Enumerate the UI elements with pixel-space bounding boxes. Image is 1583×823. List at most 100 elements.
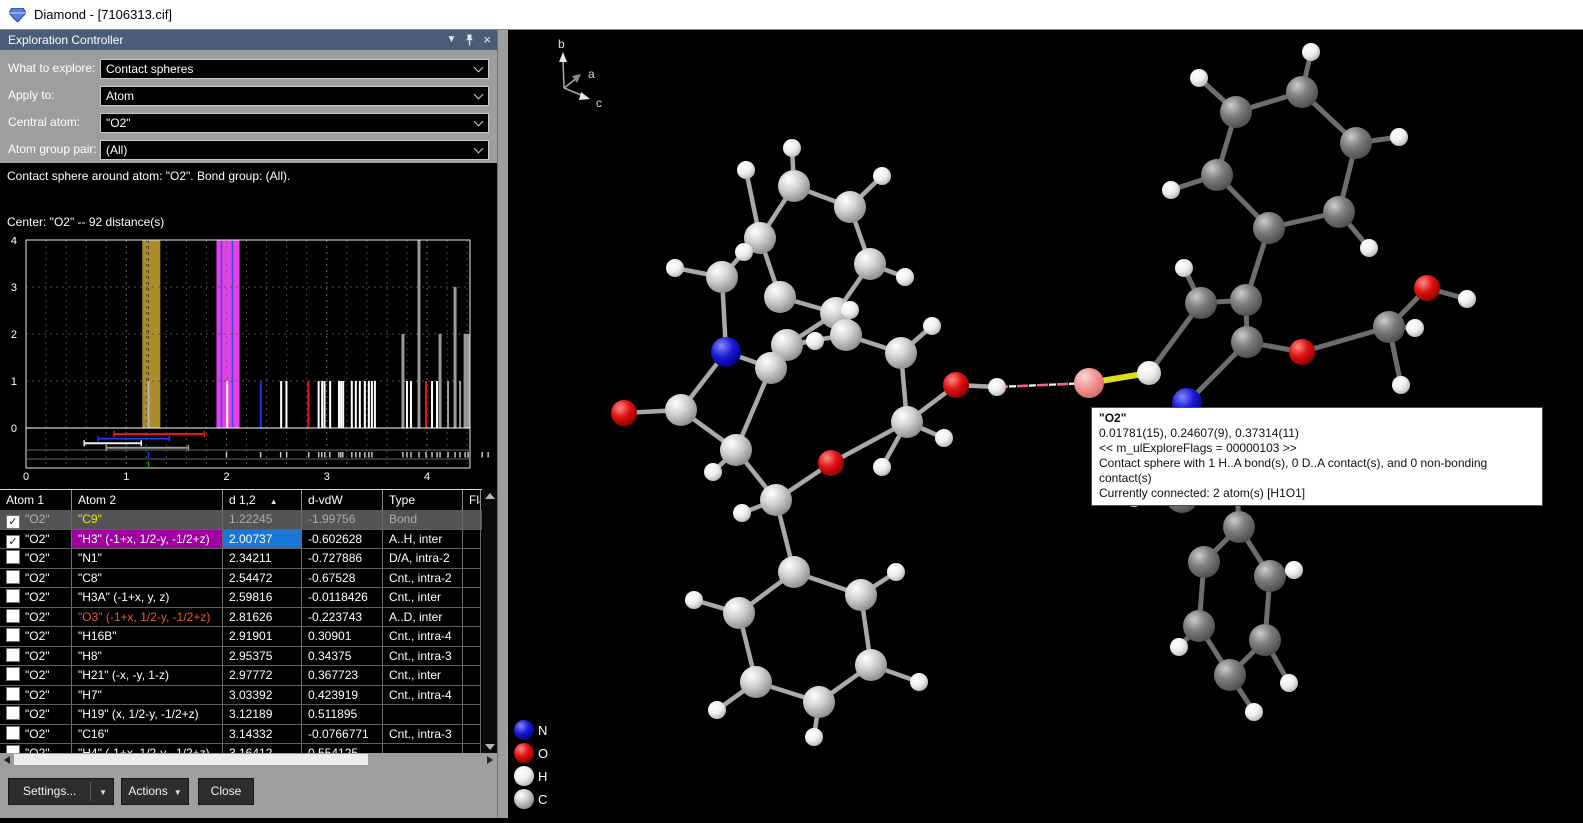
atom-r4[interactable] bbox=[1253, 212, 1285, 244]
atom-dh5[interactable] bbox=[1170, 638, 1188, 656]
atom-d1[interactable] bbox=[1223, 511, 1255, 543]
atom-r3[interactable] bbox=[1201, 159, 1233, 191]
atom-ruh[interactable] bbox=[1175, 259, 1193, 277]
row-checkbox[interactable] bbox=[6, 706, 20, 720]
settings-button[interactable]: Settings... ▼ bbox=[8, 778, 114, 805]
row-checkbox[interactable]: ✓ bbox=[6, 535, 20, 549]
combo-atom-group-pair[interactable]: (All) bbox=[100, 140, 489, 160]
chevron-down-icon[interactable] bbox=[470, 114, 488, 132]
column-header-type[interactable]: Type bbox=[383, 490, 463, 510]
atom-r2[interactable] bbox=[1220, 96, 1252, 128]
row-checkbox[interactable] bbox=[6, 550, 20, 564]
atom-rh6[interactable] bbox=[1390, 128, 1408, 146]
row-checkbox[interactable] bbox=[6, 648, 20, 662]
atom-rh2[interactable] bbox=[1190, 69, 1208, 87]
atom-lh2[interactable] bbox=[737, 161, 755, 179]
atom-lh1[interactable] bbox=[783, 139, 801, 157]
atom-lmh1[interactable] bbox=[935, 429, 953, 447]
atom-b2[interactable] bbox=[845, 579, 877, 611]
atom-lm[interactable] bbox=[891, 406, 923, 438]
settings-dropdown-icon[interactable]: ▼ bbox=[99, 780, 107, 805]
atom-b1[interactable] bbox=[778, 556, 810, 588]
atom-ru[interactable] bbox=[1185, 287, 1217, 319]
row-checkbox[interactable] bbox=[6, 687, 20, 701]
atom-l5[interactable] bbox=[764, 281, 796, 313]
chevron-down-icon[interactable] bbox=[470, 87, 488, 105]
column-header-atom-1[interactable]: Atom 1 bbox=[0, 490, 72, 510]
atom-r6[interactable] bbox=[1340, 127, 1372, 159]
atom-lk[interactable] bbox=[830, 319, 862, 351]
atom-ls[interactable] bbox=[760, 484, 792, 516]
atom-d2[interactable] bbox=[1254, 560, 1286, 592]
atom-bh3[interactable] bbox=[910, 673, 928, 691]
atom-lrh[interactable] bbox=[704, 463, 722, 481]
row-checkbox[interactable] bbox=[6, 628, 20, 642]
atom-loh[interactable] bbox=[943, 372, 969, 398]
atom-d4[interactable] bbox=[1214, 659, 1246, 691]
row-checkbox[interactable] bbox=[6, 609, 20, 623]
atom-lor[interactable] bbox=[818, 450, 844, 476]
atom-d3[interactable] bbox=[1249, 624, 1281, 656]
atom-llh[interactable] bbox=[923, 317, 941, 335]
scroll-left-icon[interactable] bbox=[4, 756, 10, 764]
atom-lohh[interactable] bbox=[988, 378, 1006, 396]
atom-l2[interactable] bbox=[834, 191, 866, 223]
column-header-d-vdw[interactable]: d-vdW bbox=[302, 490, 383, 510]
row-checkbox[interactable] bbox=[6, 589, 20, 603]
row-checkbox[interactable]: ✓ bbox=[6, 515, 20, 529]
atom-b5[interactable] bbox=[740, 666, 772, 698]
atom-d6[interactable] bbox=[1188, 546, 1220, 578]
atom-rwh1[interactable] bbox=[1406, 319, 1424, 337]
atom-lh3[interactable] bbox=[873, 167, 891, 185]
panel-splitter[interactable] bbox=[497, 30, 508, 818]
combo-apply-to[interactable]: Atom bbox=[100, 86, 489, 106]
atom-lsh[interactable] bbox=[733, 504, 751, 522]
table-row[interactable]: "O2""H16B"2.919010.30901Cnt., intra-4 bbox=[0, 627, 482, 647]
scrollbar-thumb[interactable] bbox=[14, 754, 368, 765]
atom-r1[interactable] bbox=[1286, 76, 1318, 108]
row-checkbox[interactable] bbox=[6, 726, 20, 740]
atom-lq[interactable] bbox=[755, 352, 787, 384]
scroll-right-icon[interactable] bbox=[487, 756, 493, 764]
atom-bh5[interactable] bbox=[708, 701, 726, 719]
table-row[interactable]: "O2""H21" (-x, -y, 1-z)2.977720.367723Cn… bbox=[0, 666, 482, 686]
atom-b4[interactable] bbox=[803, 686, 835, 718]
atom-rh1[interactable] bbox=[1302, 43, 1320, 61]
table-row[interactable]: ✓"O2""H3" (-1+x, 1/2-y, -1/2+z)2.00737-0… bbox=[0, 530, 482, 550]
chevron-down-icon[interactable] bbox=[470, 60, 488, 78]
table-row[interactable]: "O2""H19" (x, 1/2-y, -1/2+z)3.121890.511… bbox=[0, 705, 482, 725]
atom-ln1h1[interactable] bbox=[666, 259, 684, 277]
atom-lco[interactable] bbox=[665, 394, 697, 426]
panel-menu-chevron-icon[interactable]: ▼ bbox=[447, 30, 457, 50]
atom-rv[interactable] bbox=[1231, 326, 1263, 358]
chevron-down-icon[interactable] bbox=[470, 141, 488, 159]
atom-ljh[interactable] bbox=[806, 332, 824, 350]
column-header-fla[interactable]: Fla bbox=[463, 490, 481, 510]
table-horizontal-scrollbar[interactable] bbox=[0, 753, 497, 766]
scroll-up-icon[interactable] bbox=[485, 493, 495, 499]
atom-dh4[interactable] bbox=[1245, 703, 1263, 721]
table-row[interactable]: ✓"O2""C9"1.22245-1.99756Bond bbox=[0, 510, 482, 530]
table-row[interactable]: "O2""O3" (-1+x, 1/2-y, -1/2+z)2.81626-0.… bbox=[0, 608, 482, 628]
atom-loco[interactable] bbox=[611, 400, 637, 426]
atom-bh2[interactable] bbox=[887, 563, 905, 581]
atom-ro[interactable] bbox=[1289, 339, 1315, 365]
atom-lr[interactable] bbox=[720, 434, 752, 466]
actions-button[interactable]: Actions▼ bbox=[121, 778, 189, 805]
atom-d5[interactable] bbox=[1183, 610, 1215, 642]
panel-close-icon[interactable]: × bbox=[483, 30, 491, 50]
atom-rwh2[interactable] bbox=[1392, 376, 1410, 394]
atom-dh2[interactable] bbox=[1285, 561, 1303, 579]
atom-roh[interactable] bbox=[1414, 275, 1440, 301]
atom-b3[interactable] bbox=[855, 649, 887, 681]
atom-rt[interactable] bbox=[1230, 284, 1262, 316]
atom-ln[interactable] bbox=[711, 337, 741, 367]
atom-rH1[interactable] bbox=[1137, 361, 1161, 385]
structure-viewport[interactable]: b a c NOHC "O2" 0.01781(15), 0.24607(9),… bbox=[508, 30, 1583, 818]
combo-what-to-explore[interactable]: Contact spheres bbox=[100, 59, 489, 79]
atom-ln1h2[interactable] bbox=[735, 243, 753, 261]
atom-rh5[interactable] bbox=[1360, 239, 1378, 257]
table-row[interactable]: "O2""H8"2.953750.34375Cnt., intra-3 bbox=[0, 647, 482, 667]
distance-histogram[interactable]: 0123401234 bbox=[0, 237, 497, 482]
row-checkbox[interactable] bbox=[6, 570, 20, 584]
